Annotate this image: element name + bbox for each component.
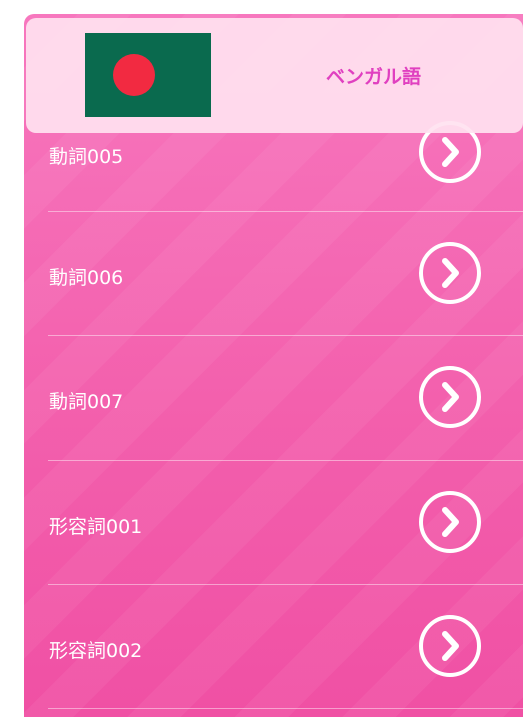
list-item[interactable]: 動詞007 [24,336,523,460]
language-header: ベンガル語 [26,18,523,133]
flag-disc [113,54,155,96]
list-item[interactable]: 形容詞001 [24,461,523,585]
app-screen: 動詞005 動詞006 動詞007 形容詞001 形容詞002 ベンガル語 [24,14,523,717]
list-item[interactable]: 動詞006 [24,212,523,336]
list-item[interactable]: 形容詞002 [24,585,523,709]
list-item-label: 形容詞002 [49,640,143,662]
list-item-label: 形容詞001 [49,516,143,538]
chevron-right-circle-icon[interactable] [418,365,482,429]
list-item-label: 動詞006 [49,267,124,289]
bangladesh-flag-icon [85,33,211,117]
chevron-right-circle-icon[interactable] [418,614,482,678]
chevron-right-circle-icon[interactable] [418,490,482,554]
list-item-label: 動詞007 [49,391,124,413]
divider [48,708,523,709]
chevron-right-circle-icon[interactable] [418,241,482,305]
list-item-label: 動詞005 [49,146,124,168]
language-title: ベンガル語 [326,66,422,88]
